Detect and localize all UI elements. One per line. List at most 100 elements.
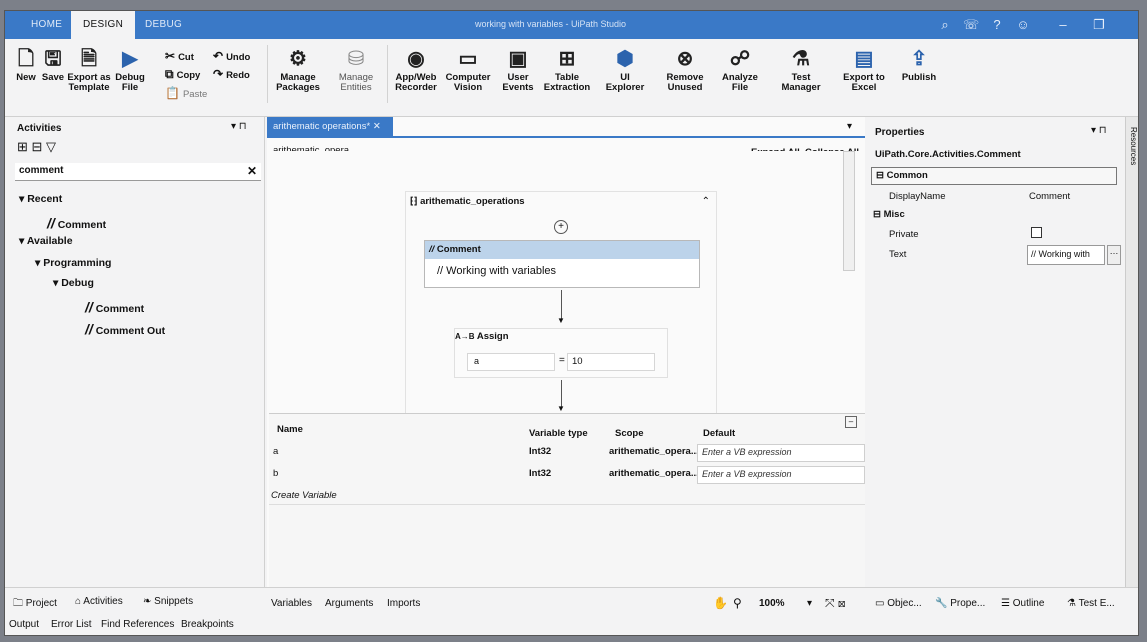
user-avatar-icon[interactable]: ☺	[1015, 17, 1031, 33]
tab-design[interactable]: DESIGN	[71, 11, 136, 39]
snippets-tab[interactable]: ❧ Snippets	[143, 596, 193, 607]
variable-a-type[interactable]: Int32	[529, 446, 551, 457]
tab-debug[interactable]: DEBUG	[133, 11, 194, 39]
text-property-field[interactable]: // Working with	[1027, 245, 1105, 265]
minimize-icon[interactable]: –	[1055, 17, 1071, 33]
arguments-tab[interactable]: Arguments	[325, 598, 373, 609]
copy-button[interactable]: ⧉ Copy	[165, 67, 200, 82]
computer-vision-button[interactable]: ▭ Computer Vision	[445, 45, 491, 93]
activities-tab[interactable]: ⌂ Activities	[75, 596, 123, 607]
tree-programming[interactable]: ▾ Programming	[35, 257, 111, 269]
app-web-recorder-button[interactable]: ◉ App/Web Recorder	[393, 45, 439, 93]
export-template-button[interactable]: 🗎 Export as Template	[67, 45, 111, 93]
manage-entities-button[interactable]: ⛁ Manage Entities	[333, 45, 379, 93]
panel-menu-icon[interactable]: ▾ ⊓	[1091, 125, 1107, 136]
feedback-icon[interactable]: ☏	[963, 17, 979, 33]
restore-icon[interactable]: ❐	[1091, 17, 1107, 33]
variable-b-name[interactable]: b	[273, 468, 278, 479]
hand-icon[interactable]: ✋	[713, 596, 728, 610]
find-references-tab[interactable]: Find References	[101, 619, 174, 630]
activities-search-input[interactable]: comment ✕	[15, 163, 261, 181]
export-excel-button[interactable]: ▤ Export to Excel	[843, 45, 885, 93]
camera-icon: ▭	[458, 48, 478, 70]
object-repository-tab[interactable]: ▭ Objec...	[875, 598, 922, 609]
user-events-button[interactable]: ▣ User Events	[497, 45, 539, 93]
create-variable-button[interactable]: Create Variable	[271, 490, 337, 501]
new-button[interactable]: 🗋 New	[13, 45, 39, 83]
zoom-level[interactable]: 100%	[759, 598, 785, 609]
excel-icon: ▤	[854, 48, 874, 70]
tab-home[interactable]: HOME	[19, 11, 74, 39]
search-icon[interactable]: ⌕	[937, 17, 953, 33]
comment-activity[interactable]: // Comment // Working with variables	[424, 240, 700, 288]
clear-search-icon[interactable]: ✕	[247, 164, 257, 178]
fit-screen-icon[interactable]: ⤧ ⊠	[825, 596, 846, 611]
assign-activity[interactable]: A→B Assign a = 10	[454, 328, 668, 378]
sequence-icon: ⁅⁆	[410, 196, 418, 207]
text-editor-button[interactable]: …	[1107, 245, 1121, 265]
displayname-field[interactable]: Comment	[1029, 191, 1070, 202]
variable-b-default-input[interactable]: Enter a VB expression	[697, 466, 865, 484]
tree-comment-out[interactable]: // Comment Out	[85, 321, 165, 337]
panel-menu-icon[interactable]: ▾ ⊓	[231, 121, 247, 132]
ui-explorer-button[interactable]: ⬢ UI Explorer	[603, 45, 647, 93]
redo-button[interactable]: ↷ Redo	[213, 67, 250, 81]
displayname-label: DisplayName	[889, 191, 946, 202]
variable-a-scope[interactable]: arithematic_opera...	[609, 446, 699, 457]
canvas-scrollbar[interactable]	[843, 151, 855, 271]
undo-button[interactable]: ↶ Undo	[213, 49, 250, 63]
assign-to-field[interactable]: a	[467, 353, 555, 371]
zoom-dropdown-icon[interactable]: ▾	[807, 598, 812, 609]
panel-tool-icons[interactable]: ⊞ ⊟ ▽	[17, 139, 56, 155]
tree-recent[interactable]: ▾ Recent	[19, 193, 62, 205]
header-scope: Scope	[615, 428, 644, 439]
output-tab[interactable]: Output	[9, 619, 39, 630]
manage-packages-button[interactable]: ⚙ Manage Packages	[275, 45, 321, 93]
tree-recent-comment[interactable]: // Comment	[47, 215, 106, 231]
variable-b-type[interactable]: Int32	[529, 468, 551, 479]
tree-comment[interactable]: // Comment	[85, 299, 144, 315]
tab-arithematic-operations[interactable]: arithematic operations* ✕	[267, 117, 393, 137]
window-title: working with variables - UiPath Studio	[475, 19, 627, 29]
project-tab[interactable]: 🗀 Project	[13, 596, 57, 613]
close-tab-icon[interactable]: ✕	[373, 121, 381, 132]
category-misc[interactable]: ⊟ Misc	[873, 209, 905, 220]
variable-a-default-input[interactable]: Enter a VB expression	[697, 444, 865, 462]
help-icon[interactable]: ?	[989, 17, 1005, 33]
error-list-tab[interactable]: Error List	[51, 619, 92, 630]
upload-icon: ⇪	[910, 48, 928, 70]
collapse-chevron-icon[interactable]: ⌃	[702, 196, 710, 207]
cut-button[interactable]: ✂ Cut	[165, 49, 194, 63]
variables-tab[interactable]: Variables	[271, 598, 312, 609]
test-manager-button[interactable]: ⚗ Test Manager	[777, 45, 825, 93]
comment-text[interactable]: // Working with variables	[425, 259, 699, 283]
private-checkbox[interactable]	[1031, 227, 1042, 238]
analyze-file-button[interactable]: ☍ Analyze File	[717, 45, 763, 93]
remove-unused-button[interactable]: ⊗ Remove Unused	[661, 45, 709, 93]
category-common[interactable]: ⊟ Common	[871, 167, 1117, 185]
test-explorer-tab[interactable]: ⚗ Test E...	[1067, 598, 1115, 609]
breakpoints-tab[interactable]: Breakpoints	[181, 619, 234, 630]
zoom-search-icon[interactable]: ⚲	[733, 596, 742, 610]
tab-dropdown-icon[interactable]: ▾	[847, 121, 852, 132]
table-extraction-button[interactable]: ⊞ Table Extraction	[543, 45, 591, 93]
paste-button[interactable]: 📋 Paste	[165, 86, 207, 100]
debug-file-button[interactable]: ▶ Debug File	[113, 45, 147, 93]
properties-type: UiPath.Core.Activities.Comment	[875, 149, 1021, 160]
variable-b-scope[interactable]: arithematic_opera...	[609, 468, 699, 479]
minimize-grid-icon[interactable]: –	[845, 416, 857, 428]
variable-a-name[interactable]: a	[273, 446, 278, 457]
properties-tab[interactable]: 🔧 Prope...	[935, 598, 985, 609]
resources-tab[interactable]: Resources	[1129, 127, 1138, 165]
tree-debug[interactable]: ▾ Debug	[53, 277, 94, 289]
add-activity-icon[interactable]: +	[554, 220, 568, 234]
imports-tab[interactable]: Imports	[387, 598, 420, 609]
sequence-activity[interactable]: ⁅⁆ arithematic_operations ⌃ + // Comment…	[405, 191, 717, 421]
publish-button[interactable]: ⇪ Publish	[897, 45, 941, 83]
outline-tab[interactable]: ☰ Outline	[1001, 598, 1044, 609]
table-icon: ⊞	[558, 48, 576, 70]
designer-canvas: ⁅⁆ arithematic_operations ⌃ + // Comment…	[269, 151, 863, 421]
tree-available[interactable]: ▾ Available	[19, 235, 73, 247]
save-button[interactable]: 🖫 Save	[41, 45, 65, 83]
assign-value-field[interactable]: 10	[567, 353, 655, 371]
